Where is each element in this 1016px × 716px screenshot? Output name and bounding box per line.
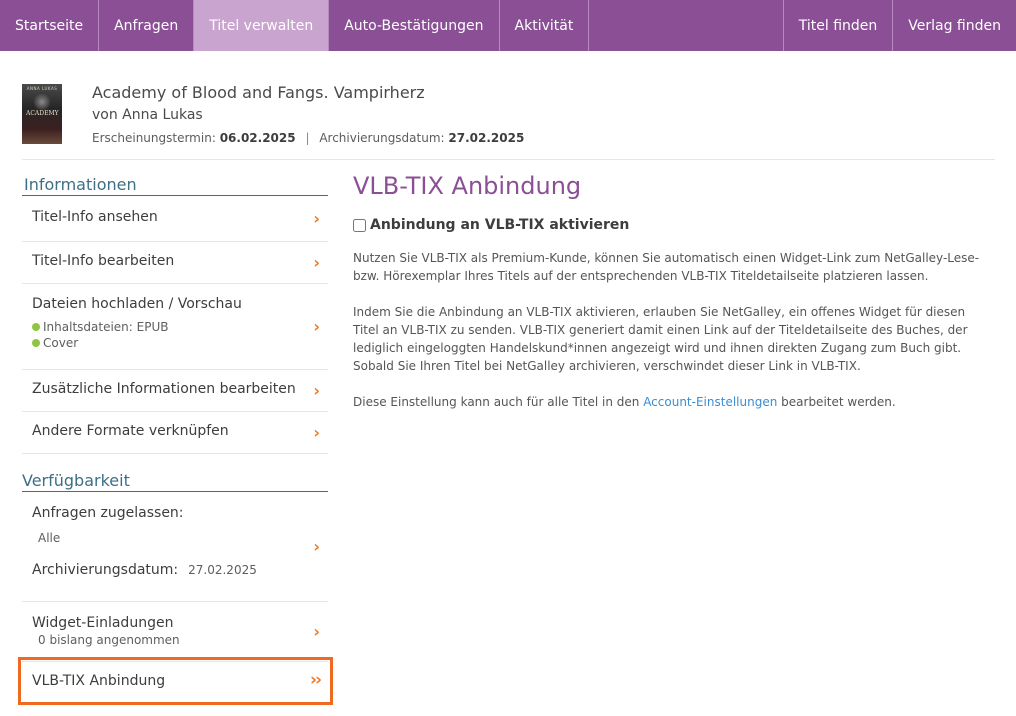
upload-status-cover: Cover bbox=[32, 336, 328, 350]
sidebar-item-label: Titel-Info bearbeiten bbox=[32, 253, 175, 269]
chevron-right-icon: › bbox=[313, 316, 320, 336]
nav-anfragen[interactable]: Anfragen bbox=[99, 0, 195, 51]
cover-author-text: ANNA LUKAS bbox=[26, 86, 58, 91]
release-date-value: 06.02.2025 bbox=[219, 131, 296, 145]
archive-date-sidebar-value: 27.02.2025 bbox=[188, 563, 257, 577]
nav-startseite[interactable]: Startseite bbox=[0, 0, 100, 51]
nav-verlag-finden[interactable]: Verlag finden bbox=[892, 0, 1016, 51]
sidebar: Informationen Titel-Info ansehen › Titel… bbox=[22, 170, 328, 662]
nav-titel-finden[interactable]: Titel finden bbox=[782, 0, 893, 51]
book-title: Academy of Blood and Fangs. Vampirherz bbox=[92, 83, 425, 102]
nav-left-group: Startseite Anfragen Titel verwalten Auto… bbox=[0, 0, 590, 51]
nav-right-group: Titel finden Verlag finden bbox=[782, 0, 1016, 51]
chevron-right-icon: › bbox=[313, 536, 320, 556]
status-dot-icon bbox=[32, 339, 40, 347]
sidebar-item-label: VLB-TIX Anbindung bbox=[32, 673, 166, 689]
sidebar-item-dateien-hochladen[interactable]: Dateien hochladen / Vorschau Inhaltsdate… bbox=[22, 284, 328, 370]
sidebar-item-label: Andere Formate verknüpfen bbox=[32, 423, 229, 439]
book-dates: Erscheinungstermin: 06.02.2025 | Archivi… bbox=[92, 131, 524, 145]
vlb-tix-activation-label: Anbindung an VLB-TIX aktivieren bbox=[370, 217, 630, 233]
chevron-right-icon: › bbox=[313, 380, 320, 400]
double-chevron-right-icon: ›› bbox=[309, 670, 322, 690]
para3-text-before: Diese Einstellung kann auch für alle Tit… bbox=[353, 395, 640, 409]
nav-aktivitaet[interactable]: Aktivität bbox=[500, 0, 590, 51]
archive-date-sidebar-label: Archivierungsdatum: bbox=[32, 562, 179, 578]
chevron-right-icon: › bbox=[313, 208, 320, 228]
requests-allowed-label: Anfragen zugelassen: bbox=[32, 505, 184, 521]
description-paragraph-2: Indem Sie die Anbindung an VLB-TIX aktiv… bbox=[353, 305, 968, 373]
sidebar-item-zusaetzliche-informationen[interactable]: Zusätzliche Informationen bearbeiten › bbox=[22, 370, 328, 412]
upload-status-cover-text: Cover bbox=[43, 336, 79, 350]
book-cover-image: ANNA LUKAS ACADEMY bbox=[22, 84, 62, 144]
status-dot-icon bbox=[32, 323, 40, 331]
sidebar-item-andere-formate[interactable]: Andere Formate verknüpfen › bbox=[22, 412, 328, 454]
sidebar-item-vlb-tix-anbindung[interactable]: VLB-TIX Anbindung ›› bbox=[18, 657, 333, 705]
upload-status-epub: Inhaltsdateien: EPUB bbox=[32, 320, 328, 334]
chevron-right-icon: › bbox=[313, 422, 320, 442]
book-header: ANNA LUKAS ACADEMY Academy of Blood and … bbox=[22, 83, 995, 160]
sidebar-item-label: Widget-Einladungen bbox=[32, 615, 174, 631]
sidebar-item-anfragen-zugelassen[interactable]: Anfragen zugelassen: Alle Archivierungsd… bbox=[22, 492, 328, 602]
main-content: VLB-TIX Anbindung Anbindung an VLB-TIX a… bbox=[353, 170, 993, 411]
section-title-verfuegbarkeit: Verfügbarkeit bbox=[22, 466, 328, 492]
vlb-tix-activation-checkbox[interactable] bbox=[353, 218, 366, 232]
description-paragraph-1: Nutzen Sie VLB-TIX als Premium-Kunde, kö… bbox=[353, 251, 980, 283]
section-title-informationen: Informationen bbox=[22, 170, 328, 196]
sidebar-item-label: Dateien hochladen / Vorschau bbox=[32, 296, 242, 312]
widget-accepted-count: 0 bislang angenommen bbox=[38, 633, 180, 647]
nav-titel-verwalten[interactable]: Titel verwalten bbox=[194, 0, 330, 51]
upload-status-epub-text: Inhaltsdateien: EPUB bbox=[43, 320, 169, 334]
page-title: VLB-TIX Anbindung bbox=[353, 172, 582, 200]
cover-art bbox=[32, 94, 52, 110]
archive-date-row: Archivierungsdatum: 27.02.2025 bbox=[32, 562, 328, 578]
release-date-label: Erscheinungstermin: bbox=[92, 131, 216, 145]
requests-allowed-value: Alle bbox=[38, 531, 61, 545]
nav-auto-bestaetigungen[interactable]: Auto-Bestätigungen bbox=[329, 0, 500, 51]
archive-date-label: Archivierungsdatum: bbox=[319, 131, 445, 145]
sidebar-item-titel-info-bearbeiten[interactable]: Titel-Info bearbeiten › bbox=[22, 242, 328, 284]
sidebar-item-titel-info-ansehen[interactable]: Titel-Info ansehen › bbox=[22, 196, 328, 242]
archive-date-value: 27.02.2025 bbox=[448, 131, 525, 145]
sidebar-item-label: Titel-Info ansehen bbox=[32, 209, 158, 225]
chevron-right-icon: › bbox=[313, 252, 320, 272]
date-separator: | bbox=[305, 131, 310, 145]
cover-title-text: ACADEMY bbox=[26, 110, 59, 117]
account-settings-link[interactable]: Account-Einstellungen bbox=[643, 395, 777, 409]
description-paragraph-3: Diese Einstellung kann auch für alle Tit… bbox=[353, 393, 993, 411]
sidebar-item-widget-einladungen[interactable]: Widget-Einladungen 0 bislang angenommen … bbox=[22, 602, 328, 662]
book-author: von Anna Lukas bbox=[92, 107, 203, 123]
vlb-tix-activation-row[interactable]: Anbindung an VLB-TIX aktivieren bbox=[353, 217, 993, 233]
chevron-right-icon: › bbox=[313, 621, 320, 641]
sidebar-item-label: Zusätzliche Informationen bearbeiten bbox=[32, 381, 296, 397]
para3-text-after: bearbeitet werden. bbox=[781, 395, 896, 409]
top-navigation: Startseite Anfragen Titel verwalten Auto… bbox=[0, 0, 1016, 51]
